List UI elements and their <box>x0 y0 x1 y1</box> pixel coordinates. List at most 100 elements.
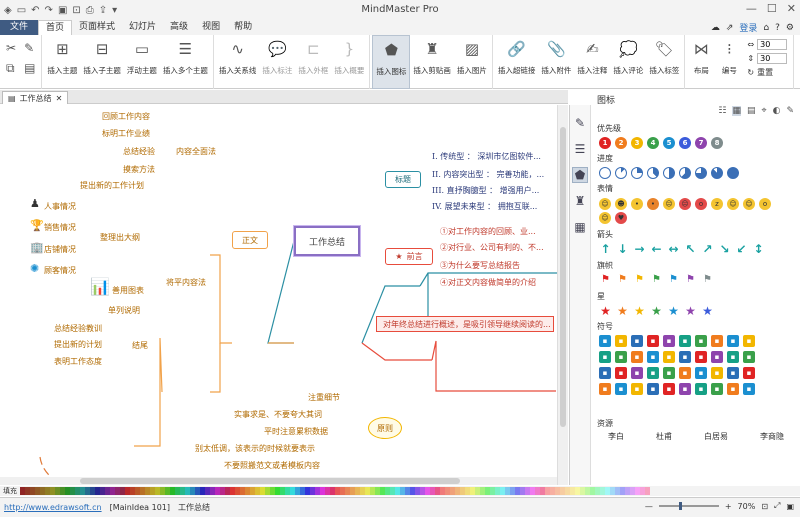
symbol-icon[interactable]: ▪ <box>631 383 643 395</box>
resource-item-4[interactable]: 李商隐 <box>760 431 784 442</box>
symbol-icon[interactable]: ▪ <box>599 335 611 347</box>
layout-button[interactable]: ⋈ 布局 <box>687 35 715 89</box>
insert-image-button[interactable]: ▨ 插入图片 <box>454 35 490 89</box>
mm-upper-item-4[interactable]: 摸索方法 <box>123 164 155 175</box>
insert-summary-button[interactable]: } 插入概要 <box>331 35 367 89</box>
mm-upper-item-3[interactable]: 总结经验 <box>123 146 155 157</box>
face-sad-icon[interactable]: ☹ <box>663 198 675 210</box>
arrow-up-icon[interactable]: ↑ <box>599 243 612 255</box>
star-darkblue-icon[interactable]: ★ <box>701 305 714 317</box>
mm-upper-item-2[interactable]: 标明工作业绩 <box>102 128 150 139</box>
progress-0-icon[interactable] <box>599 167 611 179</box>
mm-people-label[interactable]: 整理出大纲 <box>100 232 140 243</box>
horizontal-spacing-input[interactable] <box>757 39 788 50</box>
outline-list-icon[interactable]: ☰ <box>572 141 588 157</box>
priority-6-icon[interactable]: 6 <box>679 137 691 149</box>
insert-outline-button[interactable]: ⊏ 插入外框 <box>295 35 331 89</box>
mm-flat-label[interactable]: 将平内容法 <box>166 277 206 288</box>
zoom-out-icon[interactable]: — <box>645 502 653 511</box>
insert-subtopic-button[interactable]: ⊟ 插入子主题 <box>80 35 124 89</box>
star-orange-icon[interactable]: ★ <box>616 305 629 317</box>
mm-principle-item-2[interactable]: 实事求是、不要夸大其词 <box>234 409 322 420</box>
vertical-spacing-input[interactable] <box>757 53 788 64</box>
star-yellow-icon[interactable]: ★ <box>633 305 646 317</box>
mm-summary-item-2[interactable]: 提出新的计划 <box>54 339 102 350</box>
mm-principle-item-3[interactable]: 平时注意累积数据 <box>264 426 328 437</box>
symbol-icon[interactable]: ▪ <box>663 367 675 379</box>
symbol-icon[interactable]: ▪ <box>727 351 739 363</box>
flag-blue-icon[interactable]: ⚑ <box>667 274 680 286</box>
mm-people-item-2[interactable]: 销售情况 <box>44 222 76 233</box>
brush-icon[interactable]: ✎ <box>572 115 588 131</box>
face-surprise-icon[interactable]: o <box>695 198 707 210</box>
arrow-right-icon[interactable]: → <box>633 243 646 255</box>
symbol-icon[interactable]: ▪ <box>743 367 755 379</box>
arrow-downleft-icon[interactable]: ↙ <box>735 243 748 255</box>
symbol-icon[interactable]: ▪ <box>727 383 739 395</box>
symbol-icon[interactable]: ▪ <box>647 335 659 347</box>
mm-upper-label[interactable]: 内容全面法 <box>176 146 216 157</box>
horizontal-scroll-thumb[interactable] <box>80 478 460 484</box>
symbol-icon[interactable]: ▪ <box>679 367 691 379</box>
insert-tag-button[interactable]: 🏷 插入标签 <box>646 35 682 89</box>
symbol-icon[interactable]: ▪ <box>743 335 755 347</box>
mm-principle-item-4[interactable]: 别太低调，该表示的时候就要表示 <box>195 443 315 454</box>
store-icon[interactable]: ⌂ <box>763 23 769 33</box>
icon-panel-icon[interactable]: ⬟ <box>572 167 588 183</box>
zoom-in-icon[interactable]: + <box>725 502 732 511</box>
symbol-icon[interactable]: ▪ <box>663 351 675 363</box>
tab-slides[interactable]: 幻灯片 <box>122 20 163 35</box>
symbol-icon[interactable]: ▪ <box>647 367 659 379</box>
document-tab[interactable]: ▤ 工作总结 ✕ <box>2 91 69 104</box>
symbol-icon[interactable]: ▪ <box>727 335 739 347</box>
mm-principle-item-1[interactable]: 注重细节 <box>308 392 340 403</box>
mm-people-item-1[interactable]: 人事情况 <box>44 201 76 212</box>
symbol-icon[interactable]: ▪ <box>711 383 723 395</box>
face-sleepy-icon[interactable]: z <box>711 198 723 210</box>
color-swatch[interactable] <box>645 487 650 495</box>
tab-advanced[interactable]: 高级 <box>163 20 195 35</box>
open-icon[interactable]: ⊡ <box>72 5 80 16</box>
maximize-icon[interactable]: ☐ <box>767 2 777 15</box>
arrow-updown-icon[interactable]: ↕ <box>752 243 765 255</box>
arrow-downright-icon[interactable]: ↘ <box>718 243 731 255</box>
arrow-upright-icon[interactable]: ↗ <box>701 243 714 255</box>
mm-preface-item-3[interactable]: ③为什么要写总结报告 <box>440 260 520 271</box>
insert-relation-button[interactable]: ∿ 插入关系线 <box>216 35 260 89</box>
symbol-icon[interactable]: ▪ <box>615 383 627 395</box>
star-purple-icon[interactable]: ★ <box>684 305 697 317</box>
mm-title-item-3[interactable]: III. 直抒胸臆型 ： 增强用户... <box>432 185 539 196</box>
vertical-scrollbar[interactable] <box>557 105 568 485</box>
star-green-icon[interactable]: ★ <box>650 305 663 317</box>
horizontal-scrollbar[interactable] <box>0 477 557 485</box>
insert-clipart-button[interactable]: ♜ 插入剪贴画 <box>410 35 454 89</box>
clipart-panel-icon[interactable]: ♜ <box>572 193 588 209</box>
insert-comment-button[interactable]: 💭 插入评论 <box>610 35 646 89</box>
tab-home[interactable]: 首页 <box>38 20 73 35</box>
vertical-scroll-thumb[interactable] <box>560 127 566 427</box>
face-smile-icon[interactable]: ☺ <box>599 198 611 210</box>
symbol-icon[interactable]: ▪ <box>615 367 627 379</box>
mindmap-canvas[interactable]: 回顾工作内容 标明工作业绩 总结经验 摸索方法 提出新的工作计划 内容全面法 人… <box>0 105 557 485</box>
symbol-icon[interactable]: ▪ <box>695 383 707 395</box>
symbol-icon[interactable]: ▪ <box>695 335 707 347</box>
flag-purple-icon[interactable]: ⚑ <box>684 274 697 286</box>
priority-3-icon[interactable]: 3 <box>631 137 643 149</box>
cut-icon[interactable]: ✂ <box>6 41 16 55</box>
symbol-icon[interactable]: ▪ <box>743 351 755 363</box>
copy-icon[interactable]: ⧉ <box>6 61 16 76</box>
new-icon[interactable]: ▭ <box>17 5 26 16</box>
share-icon[interactable]: ⇗ <box>726 23 734 33</box>
resource-item-3[interactable]: 白居易 <box>704 431 728 442</box>
mm-preface-node[interactable]: ★ 前言 <box>385 248 433 265</box>
grid-view-icon[interactable]: ▦ <box>732 106 741 116</box>
save-icon[interactable]: ▣ <box>58 5 67 16</box>
fullscreen-icon[interactable]: ⤢ <box>774 501 780 511</box>
symbol-icon[interactable]: ▪ <box>615 351 627 363</box>
priority-2-icon[interactable]: 2 <box>615 137 627 149</box>
symbol-icon[interactable]: ▪ <box>711 335 723 347</box>
flag-green-icon[interactable]: ⚑ <box>650 274 663 286</box>
calendar-icon[interactable]: ▦ <box>572 219 588 235</box>
symbol-icon[interactable]: ▪ <box>695 367 707 379</box>
progress-6-icon[interactable] <box>695 167 707 179</box>
